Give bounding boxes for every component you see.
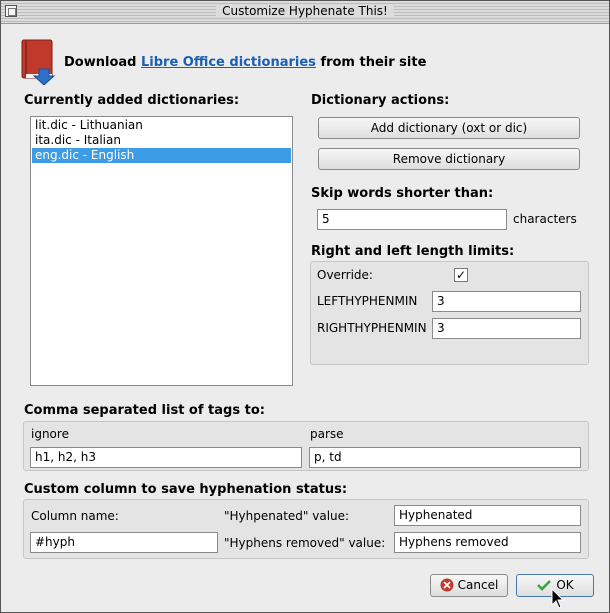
dictionaries-list[interactable]: lit.dic - Lithuanian ita.dic - Italian e…: [30, 116, 293, 386]
list-item-english[interactable]: eng.dic - English: [32, 148, 291, 163]
ok-checkmark-icon: [537, 580, 552, 591]
cancel-button[interactable]: Cancel: [430, 574, 508, 597]
parse-tags-input[interactable]: p, td: [309, 447, 581, 468]
cancel-label: Cancel: [457, 578, 499, 592]
left-hyphen-input[interactable]: 3: [432, 291, 581, 312]
hyphens-removed-input[interactable]: Hyphens removed: [394, 532, 581, 553]
right-hyphen-input[interactable]: 3: [432, 318, 581, 339]
skip-length-input[interactable]: 5: [317, 209, 507, 230]
parse-label: parse: [310, 427, 344, 441]
column-name-label: Column name:: [31, 509, 119, 523]
libre-office-link[interactable]: Libre Office dictionaries: [141, 55, 316, 70]
left-hyphen-label: LEFTHYPHENMIN: [317, 294, 418, 308]
checkmark-icon: ✓: [455, 268, 467, 282]
limits-heading: Right and left length limits:: [311, 244, 515, 259]
download-suffix: from their site: [320, 55, 427, 70]
right-hyphen-label: RIGHTHYPHENMIN: [317, 321, 427, 335]
dictionary-book-icon: [21, 39, 56, 85]
skip-heading: Skip words shorter than:: [311, 186, 494, 201]
window-title-wrap: Customize Hyphenate This!: [1, 4, 609, 18]
tags-heading: Comma separated list of tags to:: [24, 403, 265, 418]
remove-dictionary-button[interactable]: Remove dictionary: [318, 148, 580, 170]
list-item-italian[interactable]: ita.dic - Italian: [32, 133, 291, 148]
ignore-tags-input[interactable]: h1, h2, h3: [30, 447, 302, 468]
download-line: Download Libre Office dictionaries from …: [64, 55, 426, 70]
title-bar[interactable]: Customize Hyphenate This!: [1, 1, 609, 24]
ignore-label: ignore: [31, 427, 69, 441]
add-dictionary-button[interactable]: Add dictionary (oxt or dic): [318, 117, 580, 139]
mouse-pointer-icon: [551, 588, 565, 609]
column-name-input[interactable]: #hyph: [30, 532, 218, 553]
override-label: Override:: [317, 268, 373, 282]
download-prefix: Download: [64, 55, 137, 70]
skip-unit-label: characters: [513, 212, 577, 226]
column-heading: Custom column to save hyphenation status…: [24, 482, 348, 497]
dialog-window: Customize Hyphenate This! Download Libre…: [0, 0, 610, 613]
list-item-lithuanian[interactable]: lit.dic - Lithuanian: [32, 118, 291, 133]
hyphenated-value-label: "Hyhpenated" value:: [224, 509, 350, 523]
hyphens-removed-label: "Hyphens removed" value:: [224, 536, 386, 550]
actions-heading: Dictionary actions:: [311, 93, 450, 108]
cancel-icon: [440, 578, 454, 592]
dictionaries-heading: Currently added dictionaries:: [24, 93, 240, 108]
dialog-content: Download Libre Office dictionaries from …: [1, 24, 609, 612]
hyphenated-value-input[interactable]: Hyphenated: [394, 505, 581, 526]
window-title: Customize Hyphenate This!: [216, 4, 394, 18]
override-checkbox[interactable]: ✓: [454, 268, 468, 282]
